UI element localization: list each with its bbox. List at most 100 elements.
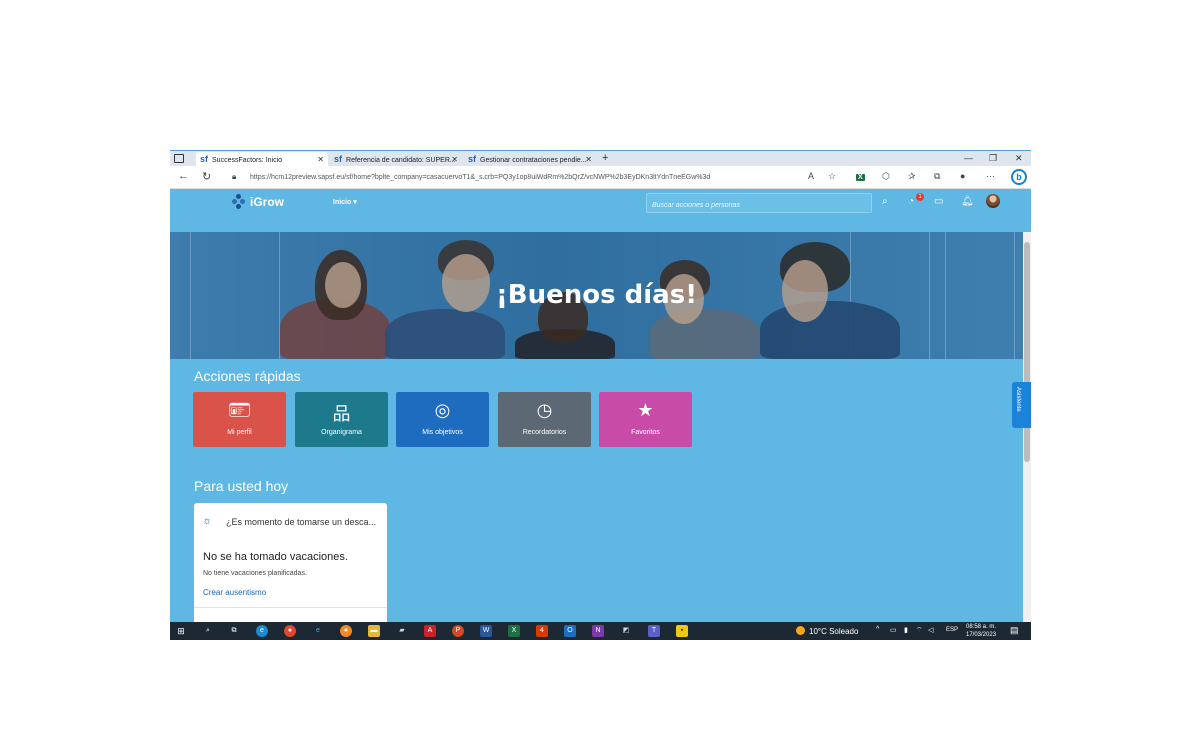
chrome-icon[interactable]: ● — [284, 625, 296, 637]
app-icon[interactable]: ▰ — [396, 625, 408, 637]
quick-action-my-goals[interactable]: ◎ Mis objetivos — [396, 392, 489, 447]
sun-icon — [796, 626, 805, 635]
new-tab-button[interactable]: + — [602, 151, 608, 166]
search-box[interactable] — [646, 193, 872, 215]
wifi-icon[interactable]: ⌔ — [916, 626, 923, 635]
todo-icon[interactable]: ◔ — [908, 196, 914, 207]
weather-widget[interactable]: 10°C Soleado — [796, 626, 858, 636]
back-icon[interactable]: ← — [178, 170, 189, 182]
lock-icon[interactable]: 🔒︎ — [232, 172, 236, 182]
tab-gestionar-contrataciones[interactable]: sf Gestionar contrataciones pendie... ✕ — [464, 152, 596, 167]
app-logo[interactable]: iGrow — [250, 195, 284, 209]
sticky-notes-icon[interactable]: ▪ — [676, 625, 688, 637]
tab-successfactors-inicio[interactable]: sf SuccessFactors: Inicio ✕ — [196, 152, 328, 167]
more-options-icon[interactable]: ··· — [986, 171, 995, 181]
collections-icon[interactable]: ⧉ — [934, 171, 940, 182]
tab-actions-icon[interactable] — [174, 154, 184, 163]
acrobat-icon[interactable]: A — [424, 625, 436, 637]
chat-icon[interactable]: ▭ — [934, 196, 943, 207]
search-icon[interactable]: ⌕ — [882, 196, 888, 207]
microphone-icon[interactable]: ▮ — [904, 626, 908, 634]
onenote-icon[interactable]: N — [592, 625, 604, 637]
quick-action-my-profile[interactable]: 🪪︎ Mi perfil — [193, 392, 286, 447]
quick-action-label: Mi perfil — [227, 429, 252, 436]
internet-explorer-icon[interactable]: e — [312, 625, 324, 637]
volume-icon[interactable]: ◁ — [928, 626, 933, 634]
app-header: iGrow Inicio ▾ ⌕ ◔ 1 ▭ 🔔︎ — [170, 189, 1031, 217]
card-title: ¿Es momento de tomarse un desca... — [226, 517, 377, 527]
sf-favicon-icon: sf — [200, 154, 209, 164]
edge-icon[interactable]: e — [256, 625, 268, 637]
notifications-icon[interactable]: ▤ — [1010, 625, 1019, 636]
home-nav-menu[interactable]: Inicio ▾ — [333, 198, 357, 206]
bell-icon[interactable]: 🔔︎ — [961, 196, 974, 207]
igrow-logo-icon — [232, 194, 246, 210]
excel-icon[interactable]: X — [508, 625, 520, 637]
reminder-icon: ◷ — [536, 400, 553, 420]
close-window-icon[interactable]: ✕ — [1015, 151, 1023, 166]
extension-icon[interactable]: ⬡ — [882, 171, 890, 182]
taskbar-clock[interactable]: 08:58 a. m. 17/03/2023 — [966, 623, 996, 639]
for-you-title: Para usted hoy — [194, 478, 289, 494]
assistant-tab[interactable]: Asistente — [1012, 382, 1031, 428]
chevron-up-icon[interactable]: ^ — [876, 626, 879, 633]
sun-icon: ☼ — [202, 515, 213, 527]
quick-action-label: Mis objetivos — [422, 429, 463, 436]
clock-time: 08:58 a. m. — [966, 624, 997, 630]
avatar[interactable] — [986, 194, 1000, 208]
search-input[interactable] — [647, 196, 871, 215]
search-icon[interactable]: ⌕ — [202, 625, 214, 637]
task-view-icon[interactable]: ⧉ — [228, 625, 240, 637]
bing-icon[interactable]: b — [1011, 169, 1027, 185]
teams-icon[interactable]: T — [648, 625, 660, 637]
minimize-icon[interactable]: — — [964, 151, 973, 166]
language-indicator[interactable]: ESP — [946, 627, 958, 633]
quick-action-label: Organigrama — [321, 429, 362, 436]
notification-badge: 1 — [916, 193, 924, 201]
close-tab-icon[interactable]: ✕ — [585, 152, 592, 167]
restore-icon[interactable]: ❐ — [989, 151, 997, 166]
favorites-icon[interactable]: ✰ — [908, 171, 916, 182]
close-tab-icon[interactable]: ✕ — [317, 152, 324, 167]
profile-icon[interactable]: ● — [960, 171, 965, 181]
outlook-icon[interactable]: O — [564, 625, 576, 637]
id-card-icon: 🪪︎ — [228, 400, 251, 420]
hero-photo-person — [650, 309, 760, 359]
browser-window: sf SuccessFactors: Inicio ✕ sf Referencia … — [170, 150, 1031, 640]
app-icon[interactable]: ◩ — [620, 625, 632, 637]
vacation-card[interactable]: ☼ ¿Es momento de tomarse un desca... No … — [194, 503, 387, 628]
windows-start-icon[interactable]: ⊞ — [175, 625, 187, 637]
hero-photo-person — [385, 309, 505, 359]
org-chart-icon: 品 — [332, 404, 351, 424]
assistant-label: Asistente — [1015, 387, 1021, 412]
excel-extension-icon[interactable]: X — [856, 171, 865, 181]
word-icon[interactable]: W — [480, 625, 492, 637]
quick-action-label: Favoritos — [631, 429, 660, 436]
tab-title: Gestionar contrataciones pendie... — [480, 157, 587, 164]
file-explorer-icon[interactable]: ▬ — [368, 625, 380, 637]
tab-title: SuccessFactors: Inicio — [212, 157, 283, 164]
favorite-add-icon[interactable]: ☆ — [828, 171, 836, 182]
windows-taskbar: ⊞ ⌕ ⧉ e ● e ● ▬ ▰ A P W X 4 O N ◩ T ▪ 10… — [170, 622, 1031, 640]
create-absence-link[interactable]: Crear ausentismo — [203, 588, 266, 597]
home-nav-label: Inicio — [333, 199, 352, 206]
tab-title: Referencia de candidato: SUPER... — [346, 157, 456, 164]
refresh-icon[interactable]: ↻ — [202, 170, 211, 183]
tab-referencia-candidato[interactable]: sf Referencia de candidato: SUPER... ✕ — [330, 152, 462, 167]
quick-action-favorites[interactable]: ★ Favoritos — [599, 392, 692, 447]
url-field[interactable]: https://hcm12preview.sapsf.eu/sf/home?bp… — [250, 171, 810, 184]
quick-action-org-chart[interactable]: 品 Organigrama — [295, 392, 388, 447]
hero-banner: ¡Buenos días! — [170, 232, 1023, 359]
close-tab-icon[interactable]: ✕ — [451, 152, 458, 167]
quick-actions-title: Acciones rápidas — [194, 368, 301, 384]
network-icon[interactable]: ▭ — [890, 626, 897, 634]
tab-strip: sf SuccessFactors: Inicio ✕ sf Referencia … — [170, 150, 1031, 167]
scrollbar-thumb[interactable] — [1024, 242, 1030, 462]
address-bar: ← ↻ 🔒︎ https://hcm12preview.sapsf.eu/sf/… — [170, 166, 1031, 189]
app-icon[interactable]: 4 — [536, 625, 548, 637]
quick-action-reminders[interactable]: ◷ Recordatorios — [498, 392, 591, 447]
firefox-icon[interactable]: ● — [340, 625, 352, 637]
sf-favicon-icon: sf — [334, 154, 343, 164]
read-aloud-icon[interactable]: A — [808, 171, 814, 181]
powerpoint-icon[interactable]: P — [452, 625, 464, 637]
